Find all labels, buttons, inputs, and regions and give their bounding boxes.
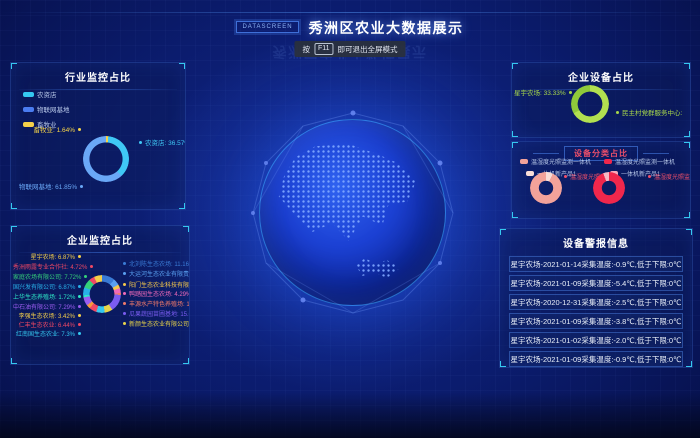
panel-title-device-alarms: 设备警报信息 bbox=[500, 235, 692, 250]
corner-decoration bbox=[684, 62, 691, 69]
chart-label: 家庭农场有限公司: 7.72% bbox=[13, 275, 81, 282]
corner-decoration bbox=[183, 358, 190, 365]
hint-suffix: 即可退出全屏模式 bbox=[338, 44, 398, 55]
chart-callout: 温湿度光照监 bbox=[648, 175, 690, 182]
chart-label: 丰源水产特色养殖场: 1. bbox=[123, 302, 190, 309]
panel-device-alarms: 设备警报信息 星宇农场-2021-01-14采集温度:-0.9℃,低于下限:0℃… bbox=[499, 228, 693, 368]
header: DATASCREEN 秀洲区农业大数据展示 bbox=[0, 18, 700, 38]
corner-decoration bbox=[684, 212, 691, 219]
legend-item-wulianwang[interactable]: 物联网基地 bbox=[23, 104, 70, 114]
corner-decoration bbox=[686, 228, 693, 235]
chart-label: 李强生态农场: 3.42% bbox=[13, 314, 81, 321]
panel-title-enterprise-device: 企业设备占比 bbox=[512, 69, 690, 84]
chart-label: 红南国生态农业: 7.3% bbox=[13, 332, 81, 339]
legend-swatch bbox=[526, 171, 534, 176]
enterprise-device-donut-chart[interactable] bbox=[571, 85, 609, 123]
alarm-row: 星宇农场-2020-12-31采集温度:-2.5℃,低于下限:0℃ bbox=[509, 294, 683, 310]
corner-decoration bbox=[499, 228, 506, 235]
corner-decoration bbox=[10, 225, 17, 232]
bottom-vignette bbox=[0, 392, 700, 438]
f11-key-badge: F11 bbox=[314, 43, 334, 55]
corner-decoration bbox=[10, 203, 17, 210]
brand-logo: DATASCREEN bbox=[236, 21, 298, 33]
alarm-row: 星宇农场-2021-01-14采集温度:-0.9℃,低于下限:0℃ bbox=[509, 256, 683, 272]
category-donut-right[interactable] bbox=[593, 172, 625, 204]
industry-legend: 农资店 物联网基地 畜牧业 bbox=[23, 89, 70, 129]
corner-decoration bbox=[179, 62, 186, 69]
legend-swatch bbox=[23, 107, 34, 112]
corner-decoration bbox=[10, 62, 17, 69]
corner-decoration bbox=[684, 131, 691, 138]
alarm-row: 星宇农场-2021-01-09采集温度:-0.9℃,低于下限:0℃ bbox=[509, 351, 683, 367]
corner-decoration bbox=[511, 212, 518, 219]
legend-swatch bbox=[604, 159, 612, 164]
legend-label: 物联网基地 bbox=[37, 104, 70, 114]
page-title: 秀洲区农业大数据展示 bbox=[309, 18, 464, 38]
chart-callout-wulianwang: 物联网基地: 61.85% bbox=[19, 184, 83, 191]
chart-label: 中石油有限公司: 7.29% bbox=[13, 305, 81, 312]
panel-enterprise-monitor: 企业监控占比 星宇农场: 6.87% 秀洲雨露专业合作社: 4.72% 家庭农场… bbox=[10, 225, 190, 365]
dashboard-stage: 秀洲区农业大数据展示 DATASCREEN 秀洲区农业大数据展示 按 F11 即可… bbox=[0, 0, 700, 438]
panel-enterprise-device: 企业设备占比 星宇农场: 33.33% 民主村党群服务中心: bbox=[511, 62, 691, 138]
fullscreen-hint-toast: 按 F11 即可退出全屏模式 bbox=[294, 41, 405, 57]
chart-label: 鸭踏园生态农场: 4.29% bbox=[123, 292, 190, 299]
alarm-row: 星宇农场-2021-01-09采集温度:-3.8℃,低于下限:0℃ bbox=[509, 313, 683, 329]
panel-title-industry: 行业监控占比 bbox=[11, 69, 185, 84]
chart-label: 上华生态养殖场: 1.72% bbox=[13, 295, 81, 302]
hint-prefix: 按 bbox=[302, 44, 310, 55]
chart-callout-xumuye: 畜牧业: 1.64% bbox=[13, 127, 81, 134]
legend-item-nongzidian[interactable]: 农资店 bbox=[23, 89, 70, 99]
corner-decoration bbox=[511, 62, 518, 69]
chart-label: 仁丰生态农业: 6.44% bbox=[13, 323, 81, 330]
chart-callout-xingyu: 星宇农场: 33.33% bbox=[514, 90, 568, 97]
globe-visual bbox=[259, 119, 446, 306]
corner-decoration bbox=[179, 203, 186, 210]
chart-label: 大运河生态农业有限责任公 bbox=[123, 272, 190, 279]
alarm-row: 星宇农场-2021-01-02采集温度:-2.0℃,低于下限:0℃ bbox=[509, 332, 683, 348]
alarm-row: 星宇农场-2021-01-09采集温度:-5.4℃,低于下限:0℃ bbox=[509, 275, 683, 291]
industry-donut-chart[interactable] bbox=[83, 136, 129, 182]
chart-label: 国兴发有限公司: 6.87% bbox=[13, 285, 81, 292]
corner-decoration bbox=[183, 225, 190, 232]
legend-item[interactable]: 温湿度光照监测一体机 bbox=[604, 157, 675, 166]
panel-device-category: 设备分类占比 温湿度光照监测一体机 一体机新产品1 温湿度光照监测一 温湿度光照… bbox=[511, 141, 691, 219]
legend-item[interactable]: 温湿度光照监测一体机 bbox=[520, 157, 591, 166]
category-donut-left[interactable] bbox=[530, 172, 562, 204]
panel-title-enterprise-monitor: 企业监控占比 bbox=[11, 232, 189, 247]
legend-label: 温湿度光照监测一体机 bbox=[531, 157, 591, 166]
chart-callout-nongzidian: 农资店: 36.57% bbox=[139, 140, 186, 147]
chart-label: 北刘陈生态农场: 11.16% bbox=[123, 262, 190, 269]
corner-decoration bbox=[10, 358, 17, 365]
header-line-left bbox=[533, 153, 559, 154]
panel-title-underline bbox=[19, 252, 181, 253]
legend-swatch bbox=[520, 159, 528, 164]
alarm-list: 星宇农场-2021-01-14采集温度:-0.9℃,低于下限:0℃ 星宇农场-2… bbox=[500, 256, 692, 367]
legend-swatch bbox=[23, 92, 34, 97]
chart-label: 秀洲雨露专业合作社: 4.72% bbox=[13, 265, 81, 272]
legend-swatch bbox=[23, 122, 34, 127]
chart-callout-minzhucun: 民主村党群服务中心: bbox=[616, 110, 682, 117]
chart-label: 星宇农场: 6.87% bbox=[13, 255, 81, 262]
header-divider-line bbox=[0, 12, 700, 13]
enterprise-monitor-donut-chart[interactable] bbox=[83, 275, 121, 313]
panel-industry-monitor: 行业监控占比 农资店 物联网基地 畜牧业 畜牧业: 1.64% 农资店: 36.… bbox=[10, 62, 186, 210]
legend-label: 温湿度光照监测一体机 bbox=[615, 157, 675, 166]
chart-label: 新颜生态农业有限公司: 6.87% bbox=[123, 322, 190, 329]
chart-label: 瓜果蔬园苗圃基地: 15.02% bbox=[123, 312, 190, 319]
header-line-right bbox=[643, 153, 669, 154]
chart-label: 阳门生态农业科技有限公 bbox=[123, 283, 190, 290]
corner-decoration bbox=[511, 131, 518, 138]
legend-label: 农资店 bbox=[37, 89, 57, 99]
